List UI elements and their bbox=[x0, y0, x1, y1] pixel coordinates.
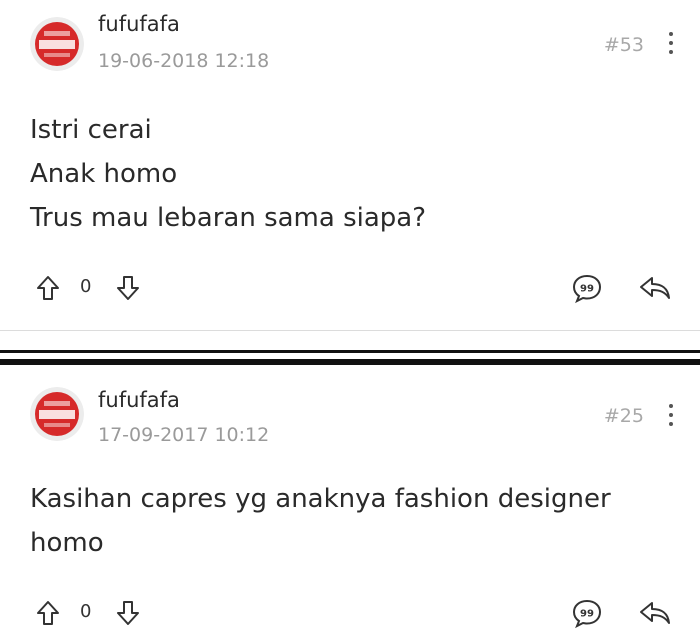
post-line: homo bbox=[30, 528, 104, 558]
avatar-logo-icon bbox=[30, 387, 84, 441]
post-line: Trus mau lebaran sama siapa? bbox=[30, 203, 427, 233]
post-card: fufufafa 19-06-2018 12:18 #53 Istri cera… bbox=[0, 0, 700, 330]
avatar-logo-icon bbox=[30, 17, 84, 71]
avatar[interactable] bbox=[30, 387, 84, 441]
post-actions: 0 99 bbox=[0, 268, 700, 308]
upvote-arrow-icon[interactable] bbox=[34, 599, 62, 627]
svg-text:99: 99 bbox=[580, 284, 594, 295]
downvote-arrow-icon[interactable] bbox=[114, 274, 142, 302]
reply-icon[interactable] bbox=[638, 274, 672, 302]
downvote-arrow-icon[interactable] bbox=[114, 599, 142, 627]
quote-icon[interactable]: 99 bbox=[571, 272, 603, 304]
quote-icon[interactable]: 99 bbox=[571, 597, 603, 629]
post-timestamp: 17-09-2017 10:12 bbox=[98, 424, 270, 446]
more-options-icon[interactable] bbox=[664, 404, 678, 430]
post-number: #53 bbox=[603, 34, 644, 56]
reply-icon[interactable] bbox=[638, 599, 672, 627]
divider bbox=[0, 359, 700, 365]
post-line: Istri cerai bbox=[30, 115, 152, 145]
post-timestamp: 19-06-2018 12:18 bbox=[98, 50, 270, 72]
more-options-icon[interactable] bbox=[664, 32, 678, 58]
divider bbox=[0, 350, 700, 353]
post-actions: 0 99 bbox=[0, 593, 700, 633]
username[interactable]: fufufafa bbox=[98, 388, 180, 412]
vote-count: 0 bbox=[80, 276, 92, 297]
vote-count: 0 bbox=[80, 601, 92, 622]
upvote-arrow-icon[interactable] bbox=[34, 274, 62, 302]
post-body: Kasihan capres yg anaknya fashion design… bbox=[30, 477, 660, 565]
username[interactable]: fufufafa bbox=[98, 12, 180, 36]
post-line: Anak homo bbox=[30, 159, 178, 189]
post-line: Kasihan capres yg anaknya fashion design… bbox=[30, 484, 611, 514]
post-number: #25 bbox=[603, 405, 644, 427]
avatar[interactable] bbox=[30, 17, 84, 71]
divider bbox=[0, 330, 700, 331]
svg-text:99: 99 bbox=[580, 609, 594, 620]
post-card: fufufafa 17-09-2017 10:12 #25 Kasihan ca… bbox=[0, 367, 700, 635]
post-body: Istri cerai Anak homo Trus mau lebaran s… bbox=[30, 108, 660, 240]
